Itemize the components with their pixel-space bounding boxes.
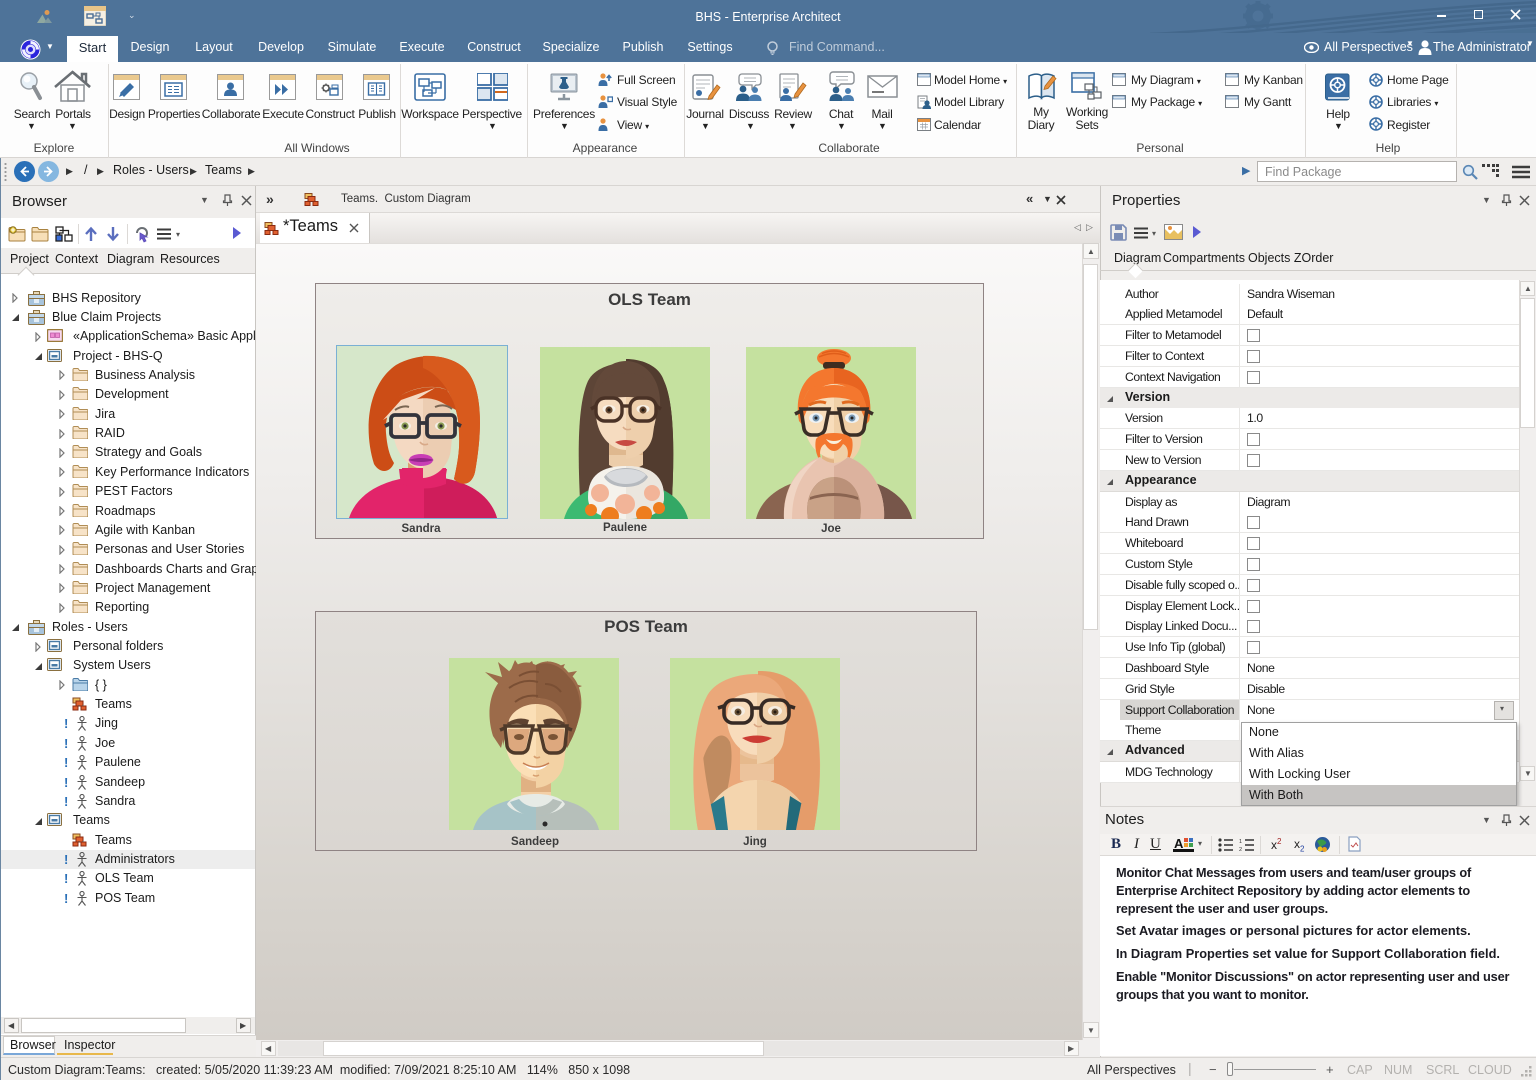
svg-text:2: 2 bbox=[1239, 847, 1242, 852]
svg-text:1: 1 bbox=[1239, 839, 1242, 845]
